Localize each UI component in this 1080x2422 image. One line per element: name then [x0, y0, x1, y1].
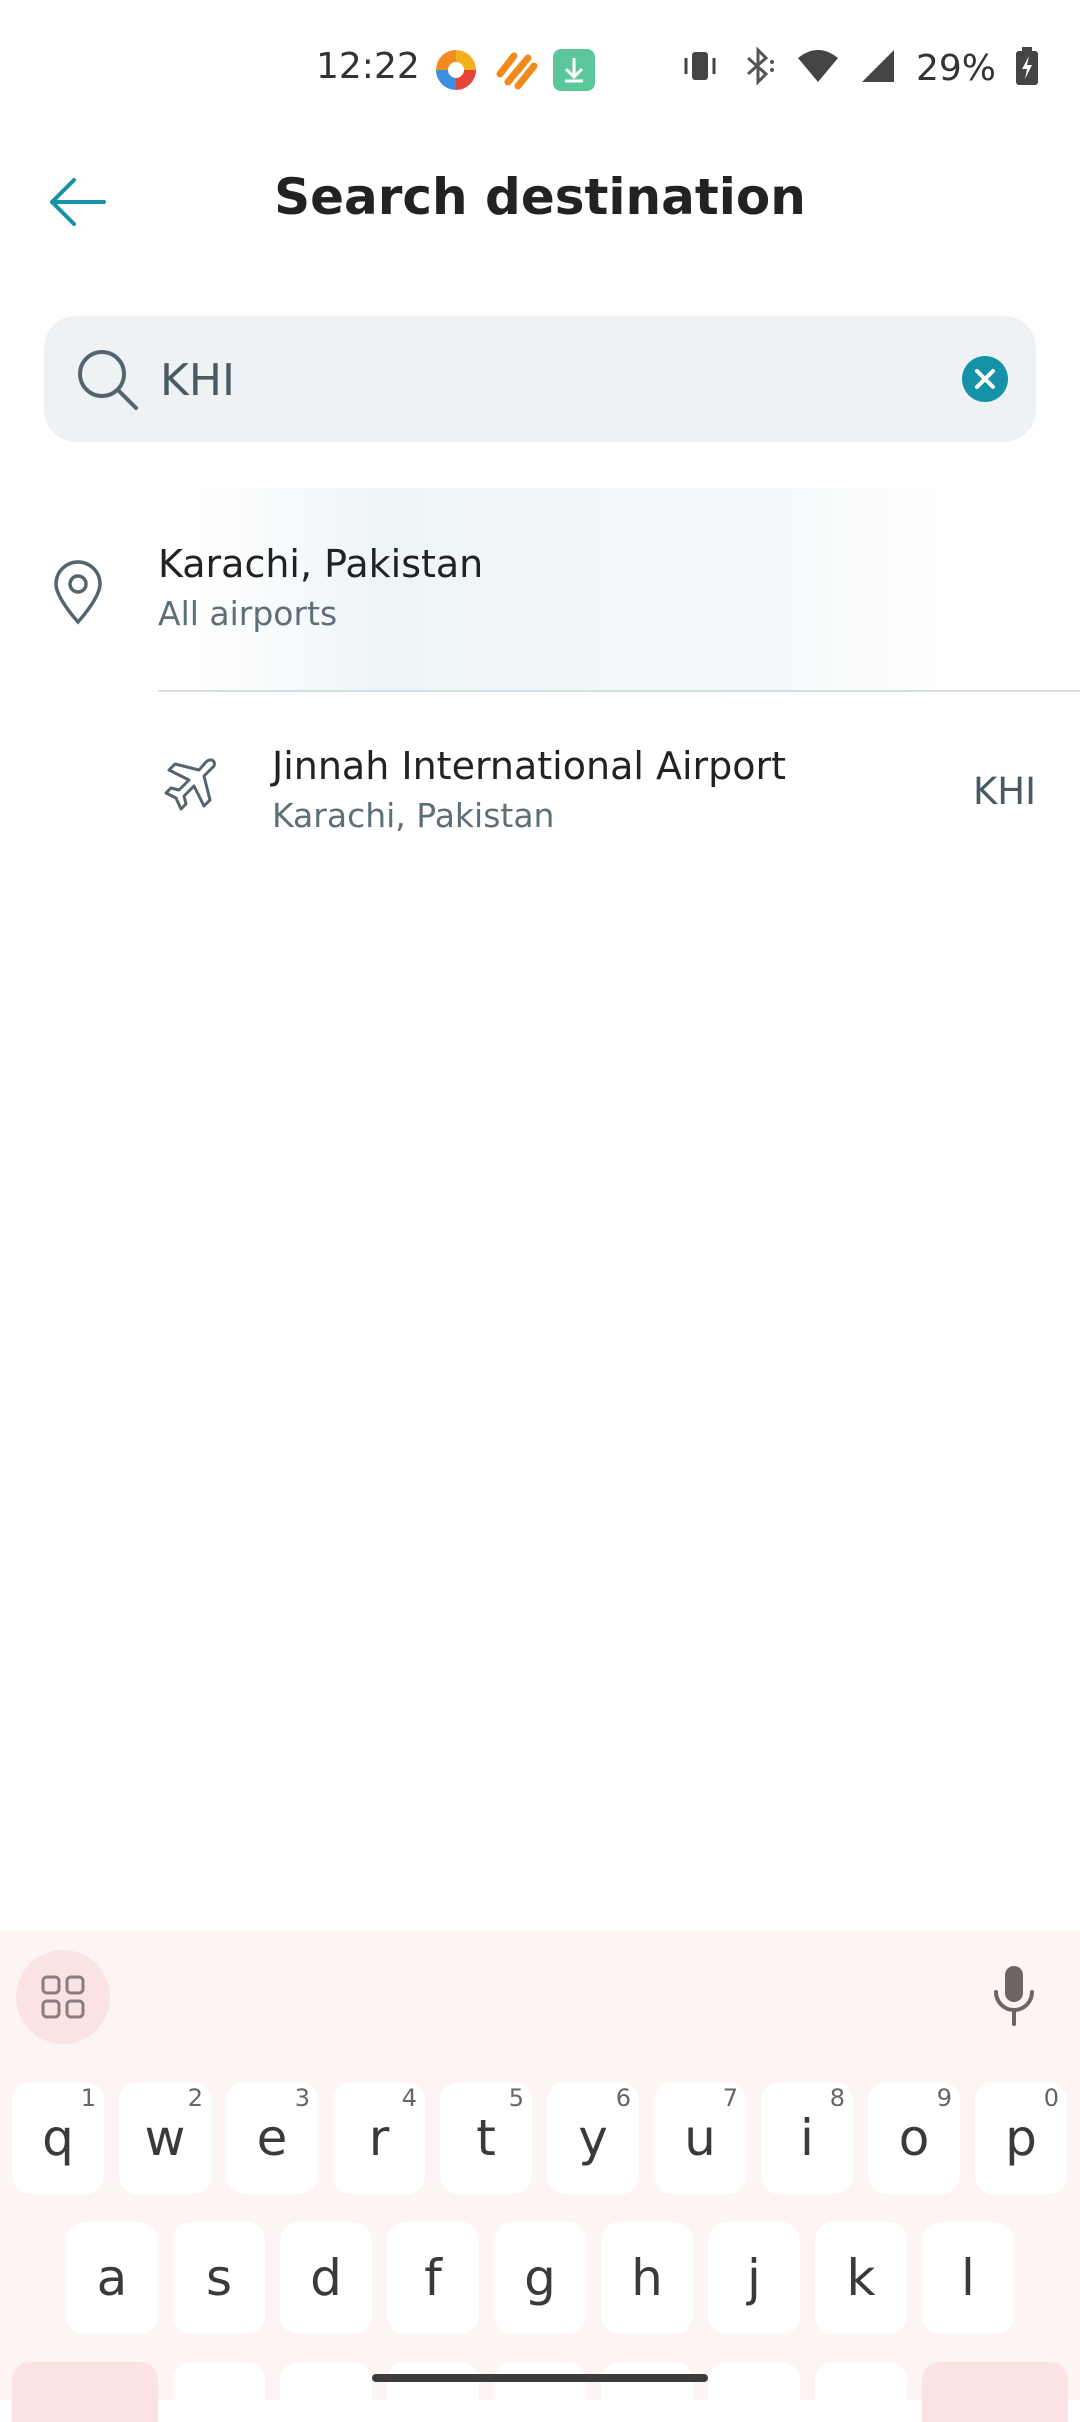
key-hint: 4	[401, 2084, 417, 2112]
key-h[interactable]: h	[601, 2222, 693, 2334]
key-hint: 0	[1043, 2084, 1059, 2112]
key-hint: 8	[829, 2084, 845, 2112]
search-icon	[78, 350, 138, 410]
airplane-icon	[164, 758, 216, 811]
key-z[interactable]	[173, 2362, 265, 2422]
key-letter: e	[256, 2109, 288, 2167]
key-b[interactable]	[601, 2362, 693, 2422]
result-subtitle: Karachi, Pakistan	[272, 796, 555, 835]
wifi-icon	[796, 46, 840, 90]
key-hint: 6	[615, 2084, 631, 2112]
key-hint: 7	[722, 2084, 738, 2112]
key-p[interactable]: p0	[975, 2082, 1067, 2194]
key-letter: y	[578, 2109, 608, 2167]
shift-key[interactable]	[12, 2362, 158, 2422]
key-r[interactable]: r4	[333, 2082, 425, 2194]
key-letter: j	[747, 2249, 761, 2307]
key-j[interactable]: j	[708, 2222, 800, 2334]
key-hint: 2	[187, 2084, 203, 2112]
bluetooth-icon	[738, 46, 778, 90]
key-g[interactable]: g	[494, 2222, 586, 2334]
key-c[interactable]	[387, 2362, 479, 2422]
page-title: Search destination	[274, 168, 806, 226]
key-o[interactable]: o9	[868, 2082, 960, 2194]
key-hint: 5	[508, 2084, 524, 2112]
search-box[interactable]	[44, 316, 1036, 442]
key-letter: f	[424, 2249, 442, 2307]
result-title: Jinnah International Airport	[272, 744, 787, 788]
on-screen-keyboard: q1 w2 e3 r4 t5 y6 u7 i8 o9 p0 a s d f g …	[0, 1930, 1080, 2422]
grid-icon	[41, 1975, 85, 2019]
key-u[interactable]: u7	[654, 2082, 746, 2194]
key-l[interactable]: l	[922, 2222, 1014, 2334]
download-app-icon	[552, 48, 596, 92]
photos-app-icon	[434, 48, 478, 92]
microphone-icon	[994, 1966, 1034, 2026]
key-letter: g	[524, 2249, 556, 2307]
key-t[interactable]: t5	[440, 2082, 532, 2194]
key-letter: s	[205, 2249, 233, 2307]
status-bar: 12:22 29%	[0, 0, 1080, 140]
key-letter: i	[800, 2109, 814, 2167]
clear-search-button[interactable]	[962, 356, 1008, 402]
key-n[interactable]	[708, 2362, 800, 2422]
key-letter: t	[476, 2109, 496, 2167]
keyboard-apps-button[interactable]	[16, 1950, 110, 2044]
key-i[interactable]: i8	[761, 2082, 853, 2194]
backspace-key[interactable]	[922, 2362, 1068, 2422]
key-letter: d	[310, 2249, 342, 2307]
key-letter: q	[42, 2109, 74, 2167]
key-q[interactable]: q1	[12, 2082, 104, 2194]
key-hint: 9	[936, 2084, 952, 2112]
key-k[interactable]: k	[815, 2222, 907, 2334]
key-letter: o	[898, 2109, 930, 2167]
microphone-button[interactable]	[992, 1964, 1036, 2028]
clear-icon	[975, 369, 995, 389]
health-app-icon	[494, 48, 538, 92]
key-letter: l	[961, 2249, 975, 2307]
home-indicator[interactable]	[372, 2374, 708, 2382]
key-letter: w	[144, 2109, 186, 2167]
battery-charging-icon	[1014, 46, 1040, 90]
result-title: Karachi, Pakistan	[158, 542, 484, 586]
key-w[interactable]: w2	[119, 2082, 211, 2194]
location-pin-icon	[54, 560, 102, 625]
vibrate-icon	[680, 46, 720, 90]
airport-code: KHI	[973, 770, 1036, 813]
key-x[interactable]	[280, 2362, 372, 2422]
key-y[interactable]: y6	[547, 2082, 639, 2194]
key-letter: a	[96, 2249, 128, 2307]
key-v[interactable]	[494, 2362, 586, 2422]
key-letter: h	[631, 2249, 663, 2307]
key-d[interactable]: d	[280, 2222, 372, 2334]
key-m[interactable]	[815, 2362, 907, 2422]
key-letter: p	[1005, 2109, 1037, 2167]
key-letter: u	[684, 2109, 716, 2167]
key-a[interactable]: a	[66, 2222, 158, 2334]
key-f[interactable]: f	[387, 2222, 479, 2334]
key-letter: k	[846, 2249, 876, 2307]
battery-percentage: 29%	[915, 47, 996, 89]
result-item-city[interactable]: Karachi, Pakistan All airports	[0, 488, 1080, 690]
key-hint: 1	[80, 2084, 96, 2112]
search-input[interactable]	[158, 346, 962, 414]
status-time: 12:22	[316, 46, 420, 87]
key-hint: 3	[294, 2084, 310, 2112]
result-subtitle: All airports	[158, 594, 338, 633]
signal-icon	[858, 46, 898, 90]
key-s[interactable]: s	[173, 2222, 265, 2334]
key-e[interactable]: e3	[226, 2082, 318, 2194]
result-item-airport[interactable]: Jinnah International Airport Karachi, Pa…	[0, 692, 1080, 892]
key-letter: r	[368, 2109, 390, 2167]
